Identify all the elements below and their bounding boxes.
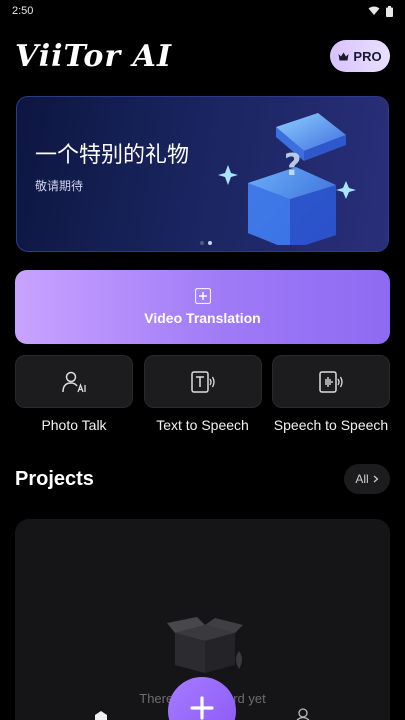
svg-text:?: ? — [284, 148, 301, 183]
promo-banner[interactable]: 一个特别的礼物 敬请期待 ? — [16, 96, 389, 252]
pro-button[interactable]: PRO — [330, 40, 390, 72]
crown-icon — [338, 52, 349, 60]
plus-icon — [190, 696, 214, 720]
banner-subtitle: 敬请期待 — [35, 179, 84, 193]
tool-text-to-speech[interactable]: Text to Speech — [143, 355, 262, 433]
tool-label: Photo Talk — [41, 417, 107, 433]
pro-label: PRO — [353, 48, 382, 64]
status-bar: 2:50 — [0, 0, 405, 22]
tool-label: Speech to Speech — [273, 417, 389, 433]
projects-title: Projects — [15, 468, 94, 490]
video-translation-button[interactable]: Video Translation — [15, 270, 390, 344]
chevron-right-icon — [373, 475, 379, 483]
status-icons — [368, 5, 393, 17]
pagination-dot-active — [208, 241, 212, 245]
wifi-icon — [368, 6, 380, 15]
pagination-dot — [200, 241, 204, 245]
speech-speech-icon — [319, 370, 343, 393]
tool-photo-talk[interactable]: Photo Talk — [15, 355, 133, 433]
tools-row: Photo Talk Text to Speech Speech to Spee… — [15, 355, 390, 433]
all-label: All — [355, 472, 369, 486]
app-logo: ViiTor AI — [15, 38, 172, 74]
banner-pagination — [200, 241, 212, 245]
tool-card[interactable] — [272, 355, 390, 408]
text-speech-icon — [190, 370, 215, 393]
tool-label: Text to Speech — [156, 417, 249, 433]
empty-box-icon — [167, 617, 243, 673]
all-projects-button[interactable]: All — [344, 464, 390, 494]
status-time: 2:50 — [12, 5, 34, 17]
header: ViiTor AI PRO — [15, 36, 390, 76]
person-ai-icon — [62, 371, 86, 392]
battery-icon — [386, 5, 393, 17]
banner-title: 一个特别的礼物 — [35, 142, 190, 167]
video-translation-label: Video Translation — [144, 310, 261, 326]
gift-box-icon: ? — [218, 113, 356, 245]
plus-square-icon — [194, 288, 211, 304]
tool-card[interactable] — [143, 355, 262, 408]
tool-speech-to-speech[interactable]: Speech to Speech — [272, 355, 390, 433]
tool-card[interactable] — [15, 355, 133, 408]
profile-icon[interactable] — [296, 708, 310, 720]
home-icon[interactable] — [93, 710, 109, 720]
